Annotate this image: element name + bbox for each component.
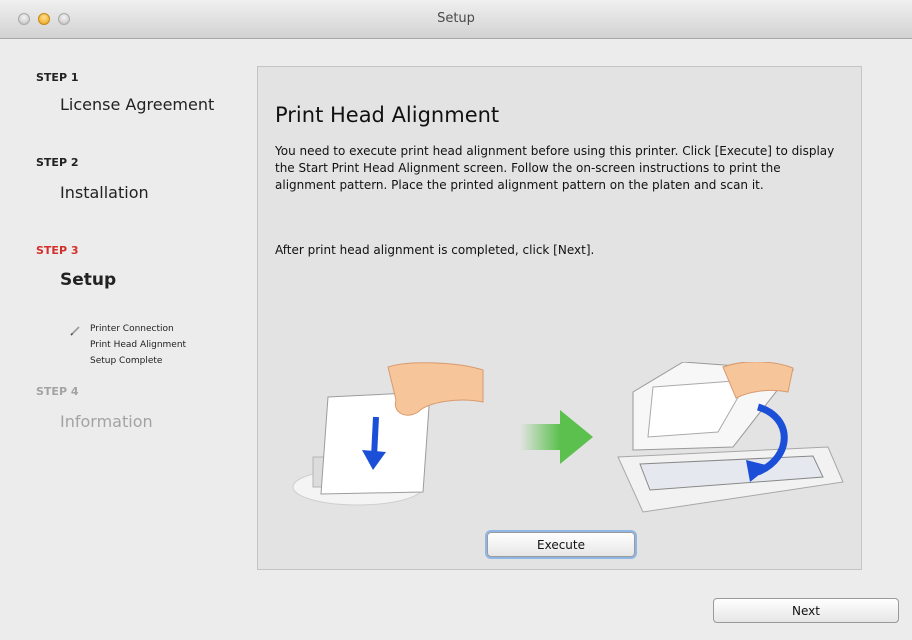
substep-setup-complete: Setup Complete (90, 356, 163, 366)
step-2-title: Installation (60, 183, 149, 202)
step-1-label: STEP 1 (36, 71, 79, 84)
step-4-label: STEP 4 (36, 385, 79, 398)
next-button[interactable]: Next (713, 598, 899, 623)
pencil-icon (70, 326, 80, 336)
step-4-title: Information (60, 412, 153, 431)
paper-feed-illustration (292, 362, 484, 506)
next-instruction-text: After print head alignment is completed,… (275, 243, 595, 257)
right-arrow-icon (520, 410, 593, 464)
steps-sidebar: STEP 1 License Agreement STEP 2 Installa… (0, 38, 250, 640)
execute-button[interactable]: Execute (487, 532, 635, 557)
title-bar: Setup (0, 0, 912, 39)
alignment-illustration (292, 362, 844, 513)
window-title: Setup (437, 11, 475, 26)
setup-window: Setup STEP 1 License Agreement STEP 2 In… (0, 0, 912, 640)
step-2-label: STEP 2 (36, 156, 79, 169)
instructions-text: You need to execute print head alignment… (275, 144, 835, 192)
step-3-label: STEP 3 (36, 244, 79, 257)
substep-printer-connection: Printer Connection (90, 324, 174, 334)
page-title: Print Head Alignment (275, 103, 500, 127)
step-1-title: License Agreement (60, 95, 215, 114)
scanner-illustration (617, 362, 844, 513)
content-panel: Print Head Alignment You need to execute… (257, 66, 862, 570)
substep-print-head-alignment: Print Head Alignment (90, 340, 187, 350)
step-3-title: Setup (60, 270, 117, 290)
